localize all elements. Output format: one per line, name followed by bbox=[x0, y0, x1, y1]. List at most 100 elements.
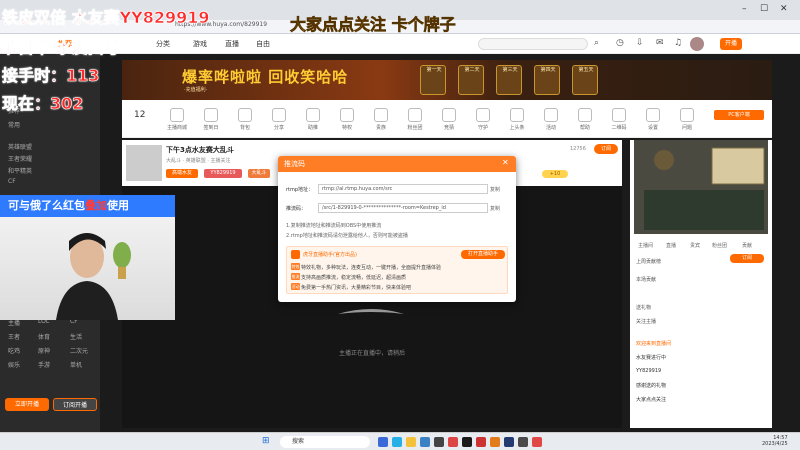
store-icon[interactable] bbox=[420, 437, 430, 447]
gift-label: 签到日 bbox=[203, 125, 219, 131]
huya-icon[interactable] bbox=[490, 437, 500, 447]
panel-follow-button[interactable]: 订阅 bbox=[730, 254, 764, 263]
app-icon[interactable] bbox=[476, 437, 486, 447]
windows-start-icon[interactable]: ⊞ bbox=[262, 436, 270, 446]
tab-live[interactable]: 直播 bbox=[666, 242, 676, 249]
sidebar-item-3[interactable]: 王者荣耀 bbox=[8, 154, 32, 163]
ad-line: 特效礼物，多种玩法，连麦互动，一键开播，全面提升直播体验 bbox=[301, 265, 442, 271]
maximize-icon[interactable]: ☐ bbox=[760, 4, 768, 14]
mail-icon[interactable]: ✉ bbox=[656, 38, 664, 48]
nav-item-2[interactable]: 游戏 bbox=[193, 39, 207, 49]
gift-icon[interactable] bbox=[408, 108, 422, 122]
gift-icon[interactable] bbox=[340, 108, 354, 122]
gift-icon[interactable] bbox=[680, 108, 694, 122]
tab-vip[interactable]: 贵宾 bbox=[690, 242, 700, 249]
nav-item-4[interactable]: 自由 bbox=[256, 39, 270, 49]
follow-count: 12756 bbox=[570, 146, 586, 152]
gift-icon[interactable] bbox=[476, 108, 490, 122]
rank-row-1: 本场贡献 bbox=[636, 277, 657, 283]
gift-icon[interactable] bbox=[238, 108, 252, 122]
stream-key-field[interactable]: /src/1-829919-0-***************-room=Kes… bbox=[318, 203, 488, 213]
assistant-logo-icon bbox=[291, 250, 300, 259]
gift-icon[interactable] bbox=[646, 108, 660, 122]
rtmp-field[interactable]: rtmp://al.rtmp.huya.com/src bbox=[318, 184, 488, 194]
app-icon[interactable] bbox=[434, 437, 444, 447]
coupon-suffix: 使用 bbox=[107, 199, 129, 212]
follow-button[interactable]: 订阅 bbox=[594, 144, 618, 154]
right-panel-tabs: 主播间 直播 贵宾 粉丝团 贡献 bbox=[630, 240, 772, 252]
sidebar-grid-6[interactable]: 吃鸡 bbox=[8, 346, 20, 355]
sidebar-grid-5[interactable]: 生活 bbox=[70, 332, 82, 341]
nav-item-1[interactable]: 分类 bbox=[156, 39, 170, 49]
sidebar-grid-11[interactable]: 单机 bbox=[70, 360, 82, 369]
gift-icon[interactable] bbox=[204, 108, 218, 122]
prize-box-2: 第三天 bbox=[496, 65, 522, 95]
sidebar-grid-10[interactable]: 手游 bbox=[38, 360, 50, 369]
sidebar-item-1[interactable]: 常用 bbox=[8, 120, 20, 129]
room-tag-1[interactable]: YY829919 bbox=[204, 169, 242, 178]
start-stream-button[interactable]: 立即开播 bbox=[5, 398, 49, 411]
room-tag-0[interactable]: 高端水友 bbox=[166, 169, 198, 178]
search-icon[interactable]: ⌕ bbox=[594, 38, 599, 48]
close-icon[interactable]: ✕ bbox=[780, 4, 788, 14]
gift-icon[interactable] bbox=[578, 108, 592, 122]
bell-icon[interactable]: ♫ bbox=[674, 38, 682, 48]
modal-header: 推流码 ✕ bbox=[278, 156, 516, 172]
app-icon[interactable] bbox=[518, 437, 528, 447]
gift-icon[interactable] bbox=[442, 108, 456, 122]
streamer-avatar[interactable] bbox=[126, 145, 162, 181]
coupon-banner: 可与俄了么红包叠加使用 bbox=[0, 195, 175, 217]
sidebar-item-4[interactable]: 和平精英 bbox=[8, 166, 32, 175]
clock[interactable]: 14:57 2023/4/25 bbox=[762, 435, 788, 447]
sidebar-grid-8[interactable]: 二次元 bbox=[70, 346, 88, 355]
avatar[interactable] bbox=[690, 37, 704, 51]
sidebar-item-2[interactable]: 英雄联盟 bbox=[8, 142, 32, 151]
sidebar-grid-7[interactable]: 原神 bbox=[38, 346, 50, 355]
obs-icon[interactable] bbox=[462, 437, 472, 447]
prize-box-4: 第五天 bbox=[572, 65, 598, 95]
app-icon[interactable] bbox=[448, 437, 458, 447]
folder-icon[interactable] bbox=[406, 437, 416, 447]
copy-rtmp-button[interactable]: 复制 bbox=[490, 186, 500, 193]
close-icon[interactable]: ✕ bbox=[502, 158, 509, 167]
taskbar-search[interactable]: 搜索 bbox=[280, 436, 370, 448]
steam-icon[interactable] bbox=[504, 437, 514, 447]
sidebar-item-5[interactable]: CF bbox=[8, 178, 16, 185]
open-stream-button[interactable]: 开播 bbox=[720, 38, 742, 50]
gift-icon[interactable] bbox=[544, 108, 558, 122]
download-icon[interactable]: ⇩ bbox=[636, 38, 644, 48]
gift-icon[interactable] bbox=[510, 108, 524, 122]
nav-item-3[interactable]: 直播 bbox=[225, 39, 239, 49]
sidebar-grid-3[interactable]: 王者 bbox=[8, 332, 20, 341]
assistant-ad: 虎牙直播助手(官方出品) 打开直播助手 特效 特效礼物，多种玩法，连麦互动，一键… bbox=[286, 246, 508, 294]
tab-contribution[interactable]: 贡献 bbox=[742, 242, 752, 249]
gift-icon[interactable] bbox=[374, 108, 388, 122]
app-icon[interactable] bbox=[532, 437, 542, 447]
rtmp-label: rtmp地址： bbox=[286, 187, 314, 193]
history-icon[interactable]: ◷ bbox=[616, 38, 624, 48]
gift-icon[interactable] bbox=[272, 108, 286, 122]
promo-banner[interactable]: 爆率哗啦啦 回收笑哈哈 ·充值福利· 第一天 第二天 第三天 第四天 第五天 bbox=[122, 60, 772, 100]
game-ad-thumbnail[interactable] bbox=[634, 140, 768, 234]
room-title: 下午3点水友赛大乱斗 bbox=[166, 146, 234, 154]
subscribe-stream-button[interactable]: 订阅开播 bbox=[53, 398, 97, 411]
tab-streamer[interactable]: 主播间 bbox=[638, 242, 653, 249]
assistant-title: 虎牙直播助手(官方出品) bbox=[303, 252, 357, 258]
gift-label: 特权 bbox=[341, 125, 352, 131]
ad-badge: 推流 bbox=[291, 273, 300, 280]
copy-key-button[interactable]: 复制 bbox=[490, 205, 500, 212]
search-input[interactable] bbox=[478, 38, 588, 50]
gift-icon[interactable] bbox=[612, 108, 626, 122]
sidebar-grid-4[interactable]: 体育 bbox=[38, 332, 50, 341]
open-assistant-button[interactable]: 打开直播助手 bbox=[461, 250, 505, 259]
gift-icon[interactable] bbox=[170, 108, 184, 122]
minimize-icon[interactable]: – bbox=[742, 4, 747, 14]
taskview-icon[interactable] bbox=[378, 437, 388, 447]
tab-fans[interactable]: 粉丝团 bbox=[712, 242, 727, 249]
gift-icon[interactable] bbox=[306, 108, 320, 122]
pc-client-button[interactable]: PC客户端 bbox=[714, 110, 764, 120]
video-hint: 主播正在直播中，请稍后 bbox=[338, 350, 405, 357]
sidebar-grid-9[interactable]: 娱乐 bbox=[8, 360, 20, 369]
edge-icon[interactable] bbox=[392, 437, 402, 447]
room-tag-2[interactable]: 大乱斗 bbox=[248, 169, 270, 178]
